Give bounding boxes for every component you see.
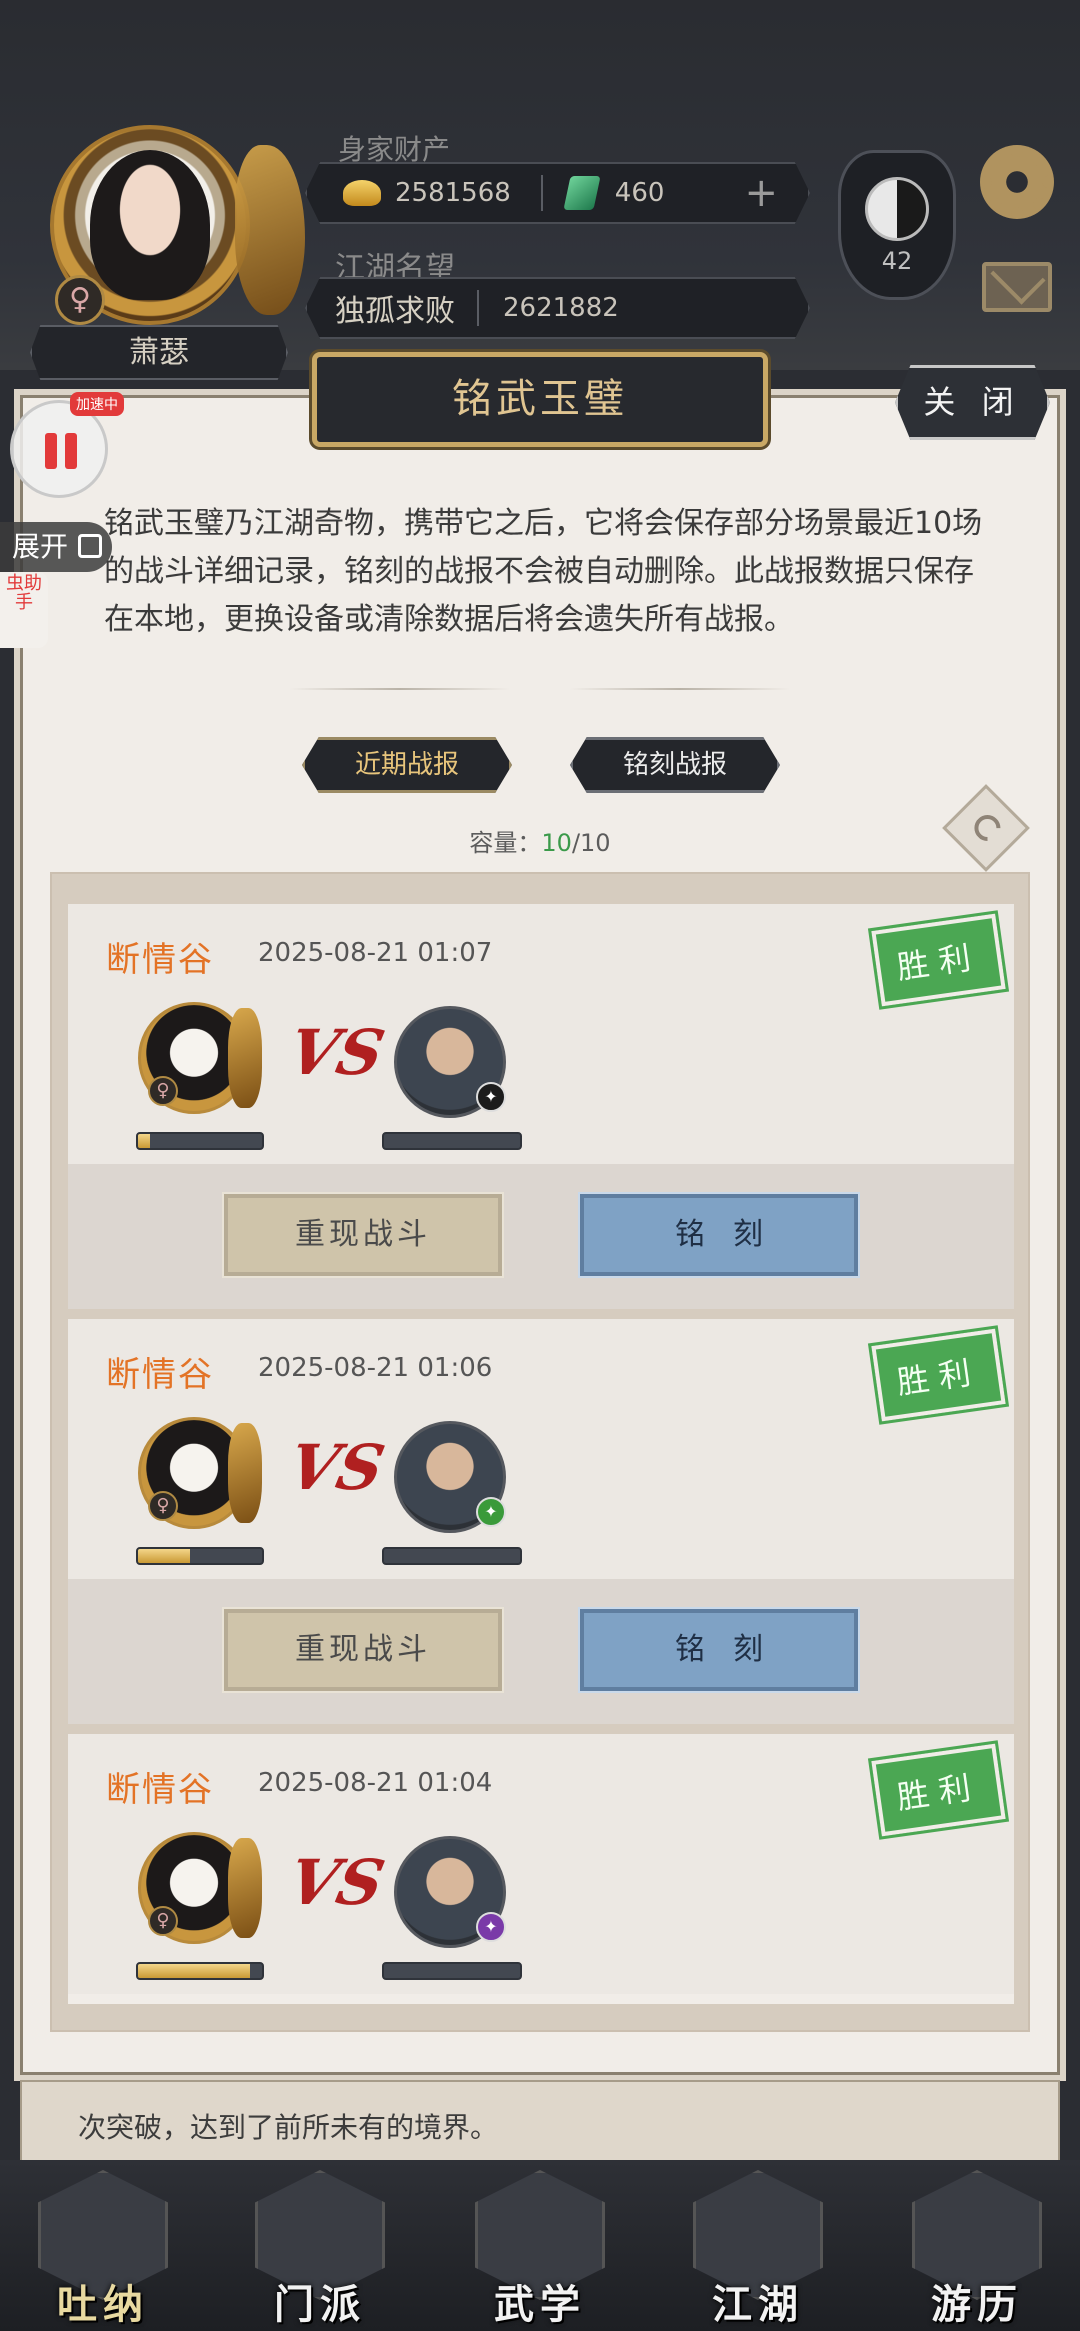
reputation-bar: 独孤求败 2621882 (305, 277, 810, 339)
cultivation-log: 次突破，达到了前所未有的境界。 (20, 2080, 1060, 2170)
battle-card: 断情谷 2025-08-21 01:07 胜利 ♀ VS ✦ 重现战斗 铭刻 (68, 904, 1014, 1309)
expand-label: 展开 (12, 530, 69, 563)
taiji-icon (865, 177, 929, 241)
gender-female-icon: ♀ (55, 275, 105, 325)
gender-female-icon: ♀ (148, 1491, 178, 1521)
tab-engraved-reports[interactable]: 铭刻战报 (570, 737, 780, 793)
log-text: 次突破，达到了前所未有的境界。 (78, 2111, 499, 2144)
dragon-ornament-icon (228, 1838, 262, 1938)
capacity-total: /10 (571, 829, 611, 857)
battle-location: 断情谷 (106, 940, 214, 980)
engrave-button[interactable]: 铭刻 (578, 1607, 860, 1693)
divider (477, 290, 479, 326)
player-hp-bar (136, 1547, 264, 1565)
player-avatar[interactable]: ♀ (30, 125, 305, 340)
gender-female-icon: ♀ (148, 1076, 178, 1106)
victory-stamp: 胜利 (868, 910, 1009, 1010)
capacity-used: 10 (541, 829, 572, 857)
gold-ingot-icon (343, 180, 381, 206)
victory-stamp: 胜利 (868, 1325, 1009, 1425)
bottom-nav: 吐纳 门派 武学 江湖 游历 (0, 2160, 1080, 2331)
top-header: ♀ 萧瑟 身家财产 2581568 460 + 江湖名望 独孤求败 262188… (0, 0, 1080, 380)
replay-battle-button[interactable]: 重现战斗 (222, 1192, 504, 1278)
nav-label: 武学 (494, 2282, 586, 2328)
vs-icon: VS (282, 1016, 391, 1089)
nav-breathing[interactable]: 吐纳 (28, 2170, 178, 2330)
enemy-hp-bar (382, 1132, 522, 1150)
battle-card-header: 断情谷 2025-08-21 01:07 胜利 ♀ VS ✦ (68, 904, 1014, 1164)
battle-card: 断情谷 2025-08-21 01:06 胜利 ♀ VS ✦ 重现战斗 铭刻 (68, 1319, 1014, 1724)
nav-sect[interactable]: 门派 (245, 2170, 395, 2330)
battle-card-header: 断情谷 2025-08-21 01:04 胜利 ♀ VS ✦ (68, 1734, 1014, 1994)
dragon-ornament-icon (228, 1008, 262, 1108)
nav-label: 门派 (274, 2282, 366, 2328)
victory-stamp: 胜利 (868, 1740, 1009, 1840)
expand-icon (78, 534, 102, 558)
gender-female-icon: ♀ (148, 1906, 178, 1936)
vs-icon: VS (282, 1431, 391, 1504)
enemy-sect-icon: ✦ (476, 1082, 506, 1112)
vs-icon: VS (282, 1846, 391, 1919)
close-button[interactable]: 关 闭 (895, 365, 1050, 440)
panel-description: 铭武玉璧乃江湖奇物，携带它之后，它将会保存部分场景最近10场的战斗详细记录，铭刻… (104, 506, 983, 637)
capacity-label: 容量： (469, 829, 542, 857)
helper-side-tab[interactable]: 虫助手 (0, 572, 48, 648)
battle-location: 断情谷 (106, 1355, 214, 1395)
mail-icon[interactable] (982, 262, 1052, 312)
add-currency-button[interactable]: + (744, 173, 778, 213)
tab-recent-reports[interactable]: 近期战报 (302, 737, 512, 793)
nav-travel[interactable]: 游历 (902, 2170, 1052, 2330)
battle-card-actions: 重现战斗 铭刻 (68, 1164, 1014, 1309)
wealth-bar: 2581568 460 + (305, 162, 810, 224)
expand-button[interactable]: 展开 (0, 522, 112, 572)
battle-card: 断情谷 2025-08-21 01:04 胜利 ♀ VS ✦ (68, 1734, 1014, 2004)
player-hp-fill (138, 1549, 191, 1563)
enemy-hp-bar (382, 1547, 522, 1565)
nav-label: 吐纳 (57, 2282, 149, 2328)
divider-ornament (290, 688, 510, 690)
nav-label: 游历 (931, 2282, 1023, 2328)
dragon-ornament-icon (235, 145, 305, 315)
capacity-indicator: 容量：10/10 (0, 823, 1080, 858)
avatar-portrait (90, 150, 210, 300)
player-hp-bar (136, 1962, 264, 1980)
gold-amount: 2581568 (395, 178, 511, 208)
battle-list[interactable]: 断情谷 2025-08-21 01:07 胜利 ♀ VS ✦ 重现战斗 铭刻 断… (50, 872, 1030, 2032)
reputation-title: 独孤求败 (335, 294, 455, 329)
divider-ornament (570, 688, 790, 690)
battle-card-header: 断情谷 2025-08-21 01:06 胜利 ♀ VS ✦ (68, 1319, 1014, 1579)
battle-location: 断情谷 (106, 1770, 214, 1810)
enemy-sect-icon: ✦ (476, 1497, 506, 1527)
nav-martial-arts[interactable]: 武学 (465, 2170, 615, 2330)
jade-icon (563, 176, 601, 210)
enemy-hp-bar (382, 1962, 522, 1980)
gear-icon[interactable] (980, 145, 1054, 219)
rank-level: 42 (881, 247, 913, 275)
player-hp-fill (138, 1964, 250, 1978)
player-hp-fill (138, 1134, 151, 1148)
battle-time: 2025-08-21 01:06 (258, 1353, 493, 1383)
battle-time: 2025-08-21 01:04 (258, 1768, 493, 1798)
battle-card-actions: 重现战斗 铭刻 (68, 1579, 1014, 1724)
player-name: 萧瑟 (30, 325, 288, 380)
replay-battle-button[interactable]: 重现战斗 (222, 1607, 504, 1693)
nav-label: 江湖 (712, 2282, 804, 2328)
nav-jianghu[interactable]: 江湖 (683, 2170, 833, 2330)
speed-tag: 加速中 (70, 392, 124, 416)
engrave-button[interactable]: 铭刻 (578, 1192, 860, 1278)
player-hp-bar (136, 1132, 264, 1150)
jade-amount: 460 (614, 178, 665, 208)
dragon-ornament-icon (228, 1423, 262, 1523)
panel-title: 铭武玉璧 (312, 352, 768, 447)
reputation-value: 2621882 (503, 293, 619, 323)
rank-badge[interactable]: 42 (838, 150, 956, 300)
battle-time: 2025-08-21 01:07 (258, 938, 493, 968)
enemy-sect-icon: ✦ (476, 1912, 506, 1942)
divider (540, 175, 543, 211)
